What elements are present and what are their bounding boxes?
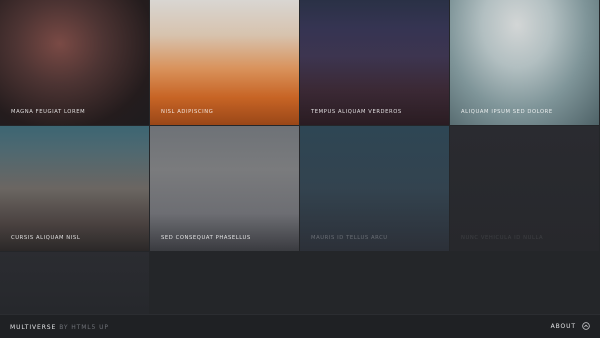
gallery-empty-area	[150, 252, 600, 314]
footer-bar: MULTIVERSE BY HTML5 UP ABOUT	[0, 314, 600, 338]
about-button[interactable]: ABOUT	[551, 322, 590, 330]
gallery-item-title: MAGNA FEUGIAT LOREM	[11, 109, 86, 115]
page: MAGNA FEUGIAT LOREM NISL ADIPISCING TEMP…	[0, 0, 600, 338]
gallery-item[interactable]: TEMPUS ALIQUAM VERDEROS	[300, 0, 449, 125]
gallery-item-title: CURSIS ALIQUAM NISL	[11, 235, 81, 241]
gallery-item-title: MAURIS ID TELLUS ARCU	[311, 235, 388, 241]
gallery-item-title: ALIQUAM IPSUM SED DOLORE	[461, 109, 553, 115]
gallery-item[interactable]: NISL ADIPISCING	[150, 0, 299, 125]
brand-byline: BY HTML5 UP	[59, 324, 109, 331]
chevron-up-circle-icon	[582, 322, 590, 330]
gallery-item[interactable]: CURSIS ALIQUAM NISL	[0, 126, 149, 251]
gallery-item-title: NUNC VEHICULA ID NULLA	[461, 235, 544, 241]
site-brand[interactable]: MULTIVERSE BY HTML5 UP	[10, 324, 109, 331]
gallery-item-loading	[0, 252, 149, 314]
gallery-item[interactable]: ALIQUAM IPSUM SED DOLORE	[450, 0, 599, 125]
about-label: ABOUT	[550, 322, 576, 330]
gallery-item[interactable]: SED CONSEQUAT PHASELLUS	[150, 126, 299, 251]
gallery-item[interactable]: MAGNA FEUGIAT LOREM	[0, 0, 149, 125]
gallery-item[interactable]: MAURIS ID TELLUS ARCU	[300, 126, 449, 251]
gallery-item-title: TEMPUS ALIQUAM VERDEROS	[311, 109, 402, 115]
brand-name: MULTIVERSE	[10, 324, 57, 331]
gallery-grid: MAGNA FEUGIAT LOREM NISL ADIPISCING TEMP…	[0, 0, 600, 314]
gallery-item-title: NISL ADIPISCING	[161, 109, 214, 115]
gallery-item[interactable]: NUNC VEHICULA ID NULLA	[450, 126, 599, 251]
gallery-item-title: SED CONSEQUAT PHASELLUS	[161, 235, 251, 241]
